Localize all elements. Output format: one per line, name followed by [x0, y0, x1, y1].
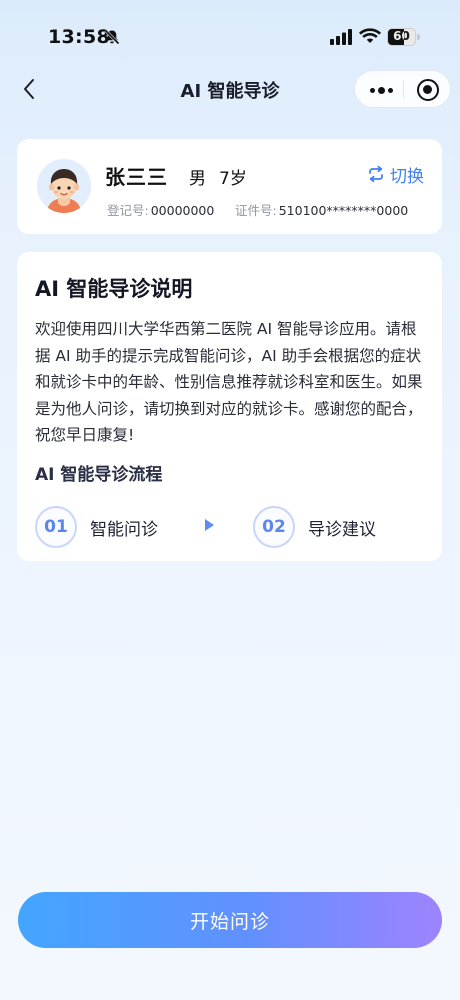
flow-step-advice: 02 导诊建议: [253, 506, 376, 548]
flow-title: AI 智能导诊流程: [35, 465, 163, 485]
reg-value: 00000000: [150, 203, 215, 218]
intro-card: AI 智能导诊说明 欢迎使用四川大学华西第二医院 AI 智能导诊应用。请根据 A…: [17, 252, 442, 561]
patient-name: 张三三: [105, 165, 168, 189]
more-icon[interactable]: [365, 77, 397, 103]
step-label: 导诊建议: [308, 519, 376, 540]
switch-label: 切换: [390, 166, 424, 187]
battery-tip: [417, 34, 420, 40]
step-number: 01: [35, 506, 77, 548]
mini-program-capsule: [354, 70, 451, 108]
signal-icon: [330, 29, 352, 45]
patient-card: 张三三 男 7岁 切换 登记号: 00000000 证件号: 510100*****…: [17, 139, 442, 234]
id-value: 510100********0000: [278, 203, 409, 218]
back-icon: [24, 79, 34, 99]
record-icon[interactable]: [417, 79, 439, 101]
step-label: 智能问诊: [90, 519, 158, 540]
patient-gender: 男: [189, 169, 206, 189]
avatar-boy-icon: [37, 159, 91, 213]
battery-level: 60: [393, 29, 410, 43]
status-time: 13:58: [48, 26, 110, 48]
page-title: AI 智能导诊: [180, 81, 280, 102]
id-number: 证件号: 510100********0000: [235, 200, 408, 219]
bell-muted-icon: [104, 29, 120, 45]
start-consultation-button[interactable]: 开始问诊: [18, 892, 442, 948]
battery-icon: 60: [387, 28, 421, 46]
wifi-icon: [359, 28, 381, 43]
capsule-divider: [403, 81, 404, 99]
switch-icon: [369, 166, 383, 182]
back-button[interactable]: [14, 74, 44, 104]
flow-step-consult: 01 智能问诊: [35, 506, 158, 548]
step-number: 02: [253, 506, 295, 548]
status-bar: 13:58 60: [0, 0, 460, 70]
patient-age: 7岁: [219, 169, 247, 189]
switch-patient-button[interactable]: 切换: [367, 163, 424, 187]
id-label: 证件号:: [235, 203, 277, 218]
intro-title: AI 智能导诊说明: [35, 277, 193, 301]
reg-label: 登记号:: [107, 203, 149, 218]
arrow-right-icon: [205, 519, 214, 531]
registration-number: 登记号: 00000000: [107, 200, 214, 219]
intro-text: 欢迎使用四川大学华西第二医院 AI 智能导诊应用。请根据 AI 助手的提示完成智…: [35, 320, 423, 444]
